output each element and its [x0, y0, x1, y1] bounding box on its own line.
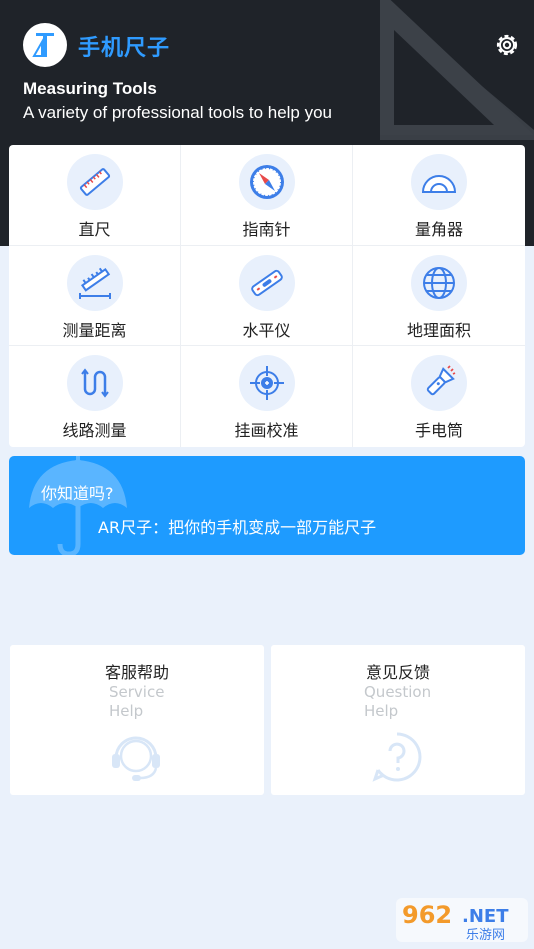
feedback-card[interactable]: 意见反馈 Question Help: [271, 645, 525, 795]
tool-ruler[interactable]: 直尺: [9, 145, 181, 246]
ruler-icon: [66, 154, 123, 210]
service-help-card[interactable]: 客服帮助 Service Help: [10, 645, 264, 795]
watermark-text-cn: 乐游网: [466, 928, 505, 942]
tool-geo-area[interactable]: 地理面积: [353, 246, 525, 347]
globe-icon: [411, 254, 467, 311]
tool-label: 测量距离: [62, 320, 127, 340]
target-icon: [238, 355, 295, 412]
distance-icon: [66, 254, 123, 311]
tool-label: 水平仪: [242, 320, 291, 340]
card-subtitle-line1: Service: [109, 683, 165, 701]
tool-level[interactable]: 水平仪: [181, 245, 353, 347]
app-logo: [23, 23, 67, 67]
tip-question: 你知道吗?: [41, 484, 114, 503]
tool-protractor[interactable]: 量角器: [353, 145, 525, 246]
route-icon: [66, 355, 123, 412]
tool-label: 手电筒: [414, 421, 463, 441]
tool-label: 挂画校准: [234, 421, 299, 441]
card-subtitle-line2: Help: [109, 702, 144, 720]
headset-icon: [112, 736, 160, 781]
set-square-decoration: [380, 0, 534, 140]
tip-text: AR尺子：把你的手机变成一部万能尺子: [98, 518, 377, 537]
protractor-icon: [411, 154, 467, 210]
tool-distance[interactable]: 测量距离: [9, 245, 181, 347]
header-title: Measuring Tools: [23, 79, 157, 98]
card-subtitle: Question Help: [364, 683, 444, 721]
tool-label: 线路测量: [62, 421, 127, 441]
tool-label: 地理面积: [406, 320, 471, 340]
header-subtitle: A variety of professional tools to help …: [23, 103, 333, 122]
card-subtitle-line1: Question: [364, 683, 432, 701]
card-subtitle: Service Help: [109, 683, 189, 721]
watermark-text-net: .NET: [462, 906, 509, 927]
card-title: 意见反馈: [365, 663, 430, 682]
card-title: 客服帮助: [104, 663, 169, 682]
tools-grid: 直尺 指南针 量角器 测量距离 水平仪 地理面积 线路测量 挂画校准 手电筒: [9, 145, 525, 447]
tool-frame-calibrate[interactable]: 挂画校准: [181, 346, 353, 447]
level-icon: [238, 254, 295, 311]
tool-label: 量角器: [414, 220, 463, 239]
umbrella-icon: [29, 456, 127, 555]
question-icon: [372, 732, 422, 782]
compass-icon: [238, 154, 295, 210]
tool-route[interactable]: 线路测量: [9, 346, 181, 447]
tool-label: 指南针: [242, 220, 291, 239]
app-title: 手机尺子: [78, 36, 171, 61]
watermark-text-962: 962: [402, 901, 452, 929]
ruler-logo-icon: [32, 33, 54, 57]
tip-banner[interactable]: 你知道吗? AR尺子：把你的手机变成一部万能尺子: [9, 456, 525, 555]
flashlight-icon: [411, 355, 467, 412]
card-subtitle-line2: Help: [364, 702, 399, 720]
tool-label: 直尺: [78, 220, 111, 239]
tool-flashlight[interactable]: 手电筒: [353, 346, 525, 447]
tool-compass[interactable]: 指南针: [181, 145, 353, 246]
gear-icon[interactable]: [493, 31, 521, 59]
watermark-logo: 962 .NET 乐游网: [396, 898, 528, 942]
